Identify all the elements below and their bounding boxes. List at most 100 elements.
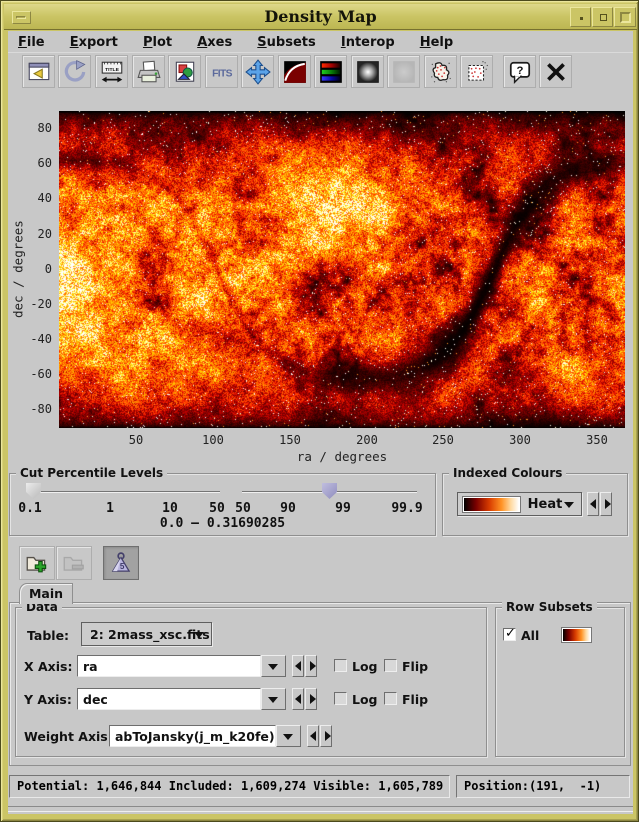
y-axis-combobox[interactable]: dec [77, 688, 286, 710]
y-axis-prev-button[interactable] [292, 688, 304, 710]
x-axis-dropdown-button[interactable] [261, 655, 286, 677]
colour-stretch-button[interactable] [278, 55, 311, 88]
y-axis-input[interactable]: dec [77, 688, 261, 710]
low-cut-slider-thumb[interactable] [26, 483, 41, 499]
edit-axes-icon: TITLE [99, 59, 125, 85]
split-window-button[interactable] [22, 55, 55, 88]
subset-from-visible-button[interactable] [460, 55, 493, 88]
edit-axes-button[interactable]: TITLE [95, 55, 128, 88]
menu-help[interactable]: Help [410, 32, 463, 53]
weighted-density-button[interactable] [351, 55, 384, 88]
help-button[interactable]: ? [503, 55, 536, 88]
weight-axis-prev-button[interactable] [307, 725, 319, 747]
y-axis-dropdown-button[interactable] [261, 688, 286, 710]
weight-axis-label: Weight Axis: [24, 729, 113, 744]
x-axis-combobox[interactable]: ra [77, 655, 286, 677]
weighted-density-icon [355, 59, 381, 85]
table-label: Table: [27, 628, 69, 643]
add-dataset-icon [24, 550, 50, 576]
slider-label: 10 [162, 501, 178, 516]
x-axis-prev-button[interactable] [292, 655, 304, 677]
draw-blob-subset-icon [428, 59, 454, 85]
subset-colour-swatch[interactable] [562, 628, 591, 642]
y-tick: 60 [20, 156, 52, 170]
x-tick: 50 [129, 433, 143, 447]
y-log-checkbox[interactable] [334, 692, 347, 705]
smooth-button[interactable] [387, 55, 420, 88]
replot-button[interactable] [58, 55, 91, 88]
y-tick: -20 [20, 297, 52, 311]
y-axis-label: Y Axis: [24, 692, 72, 707]
colour-map-combobox[interactable]: Heat [457, 492, 582, 516]
chevron-down-icon [268, 664, 278, 675]
high-cut-slider-thumb[interactable] [322, 483, 337, 499]
maximize-button[interactable] [592, 7, 613, 27]
export-fits-button[interactable]: FITS [205, 55, 238, 88]
row-subsets-title: Row Subsets [502, 600, 597, 614]
x-flip-label: Flip [402, 659, 428, 674]
chevron-down-icon [564, 502, 574, 513]
pan-button[interactable] [241, 55, 274, 88]
check-icon: ✓ [505, 626, 516, 641]
indexed-colours-title: Indexed Colours [449, 466, 566, 480]
draw-blob-subset-button[interactable] [424, 55, 457, 88]
x-axis-next-button[interactable] [305, 655, 317, 677]
titlebar[interactable]: Density Map [4, 4, 637, 30]
export-fits-icon: FITS [209, 59, 235, 85]
menu-export[interactable]: Export [60, 32, 128, 53]
weight-axis-dropdown-button[interactable] [276, 725, 301, 747]
triangle-right-icon [325, 731, 331, 741]
weight-mode-button[interactable]: 5 [103, 546, 139, 580]
x-log-label: Log [352, 659, 378, 674]
close-button[interactable] [539, 55, 572, 88]
x-axis-input[interactable]: ra [77, 655, 261, 677]
print-icon [136, 59, 162, 85]
menu-plot[interactable]: Plot [133, 32, 182, 53]
triangle-right-icon [605, 499, 611, 509]
y-tick: -40 [20, 332, 52, 346]
pan-icon [245, 59, 271, 85]
add-dataset-button[interactable] [19, 546, 55, 580]
y-flip-checkbox[interactable] [384, 692, 397, 705]
weight-axis-input[interactable]: abToJansky(j_m_k20fe) [109, 725, 276, 747]
colour-map-next-button[interactable] [600, 492, 612, 516]
menu-bar: File Export Plot Axes Subsets Interop He… [8, 31, 633, 53]
x-tick: 150 [279, 433, 301, 447]
weight-axis-next-button[interactable] [320, 725, 332, 747]
window: Density Map File Export Plot Axes Subset… [0, 0, 639, 822]
print-button[interactable] [132, 55, 165, 88]
triangle-right-icon [310, 694, 316, 704]
x-log-checkbox[interactable] [334, 659, 347, 672]
menu-subsets[interactable]: Subsets [247, 32, 325, 53]
slider-label: 99.9 [391, 501, 422, 516]
low-cut-slider[interactable] [27, 491, 220, 493]
y-axis-ticks: 80 60 40 20 0 -20 -40 -60 -80 [24, 111, 56, 428]
menu-interop[interactable]: Interop [331, 32, 405, 53]
slider-label: 90 [280, 501, 296, 516]
close-window-button[interactable] [614, 7, 636, 27]
x-axis-ticks: 50 100 150 200 250 300 350 [59, 433, 625, 447]
colour-map-swatch [463, 497, 520, 512]
subset-all-checkbox[interactable]: ✓ [503, 628, 516, 641]
weight-axis-combobox[interactable]: abToJansky(j_m_k20fe) [109, 725, 301, 747]
y-flip-label: Flip [402, 692, 428, 707]
colour-map-prev-button[interactable] [587, 492, 599, 516]
remove-dataset-icon [61, 550, 87, 576]
y-axis-next-button[interactable] [305, 688, 317, 710]
density-map-plot[interactable] [59, 111, 625, 428]
export-image-button[interactable] [168, 55, 201, 88]
export-image-icon [172, 59, 198, 85]
triangle-left-icon [295, 694, 301, 704]
subset-all-label: All [521, 628, 539, 643]
tab-main[interactable]: Main [19, 583, 73, 604]
minimize-button[interactable] [570, 7, 591, 27]
menu-file[interactable]: File [8, 32, 55, 53]
status-position: Position:(191, -1) [456, 775, 630, 798]
rgb-levels-button[interactable] [314, 55, 347, 88]
svg-text:5: 5 [120, 562, 125, 571]
x-flip-checkbox[interactable] [384, 659, 397, 672]
slider-label: 1 [106, 501, 114, 516]
remove-dataset-button[interactable] [56, 546, 92, 580]
table-combobox[interactable]: 2: 2mass_xsc.fits [81, 622, 212, 646]
menu-axes[interactable]: Axes [187, 32, 242, 53]
